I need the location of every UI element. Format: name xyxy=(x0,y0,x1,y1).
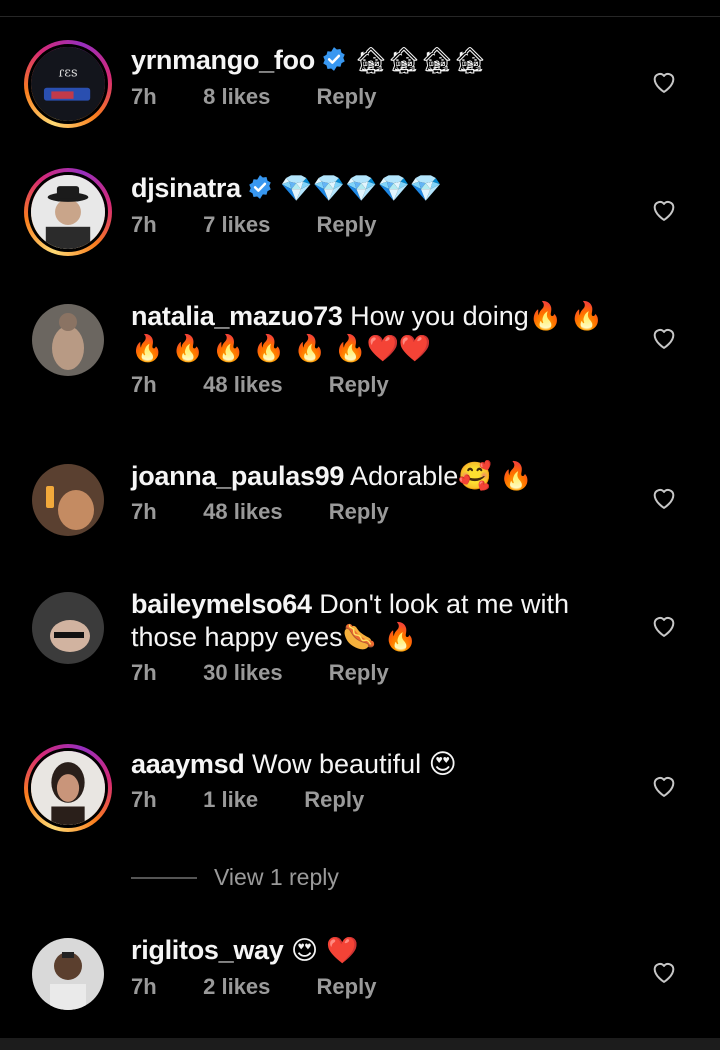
reply-button[interactable]: Reply xyxy=(329,660,389,686)
avatar-image xyxy=(32,592,104,664)
like-button[interactable] xyxy=(650,324,678,352)
comment-text: How you doing🔥 🔥 xyxy=(350,301,604,331)
comment-likes[interactable]: 48 likes xyxy=(203,372,283,398)
avatar[interactable]: ɾɛs xyxy=(24,40,112,128)
comment-likes[interactable]: 7 likes xyxy=(203,212,270,238)
verified-badge-icon xyxy=(323,47,345,71)
comment-likes[interactable]: 2 likes xyxy=(203,974,270,1000)
comment-time: 7h xyxy=(131,974,157,999)
heart-outline-icon xyxy=(653,963,675,983)
heart-outline-icon xyxy=(653,329,675,349)
avatar[interactable] xyxy=(24,296,112,384)
comment-username[interactable]: joanna_paulas99 xyxy=(131,461,344,491)
view-replies-label: View 1 reply xyxy=(214,864,339,890)
top-divider xyxy=(0,16,720,17)
comment-text-continued: those happy eyes🌭 🔥 xyxy=(131,622,418,652)
replies-divider xyxy=(131,877,197,879)
avatar-image xyxy=(31,175,105,249)
avatar[interactable] xyxy=(24,584,112,672)
avatar[interactable] xyxy=(24,456,112,544)
svg-text:ɾɛs: ɾɛs xyxy=(58,66,77,81)
comment-time: 7h xyxy=(131,372,157,397)
comment-text-continued: 🔥 🔥 🔥 🔥 🔥 🔥❤️❤️ xyxy=(131,334,432,364)
comment-username[interactable]: yrnmango_foo xyxy=(131,45,315,75)
comment-likes[interactable]: 30 likes xyxy=(203,660,283,686)
comment-text: 🏚🏚🏚🏚 xyxy=(354,46,487,76)
avatar-image xyxy=(32,304,104,376)
heart-outline-icon xyxy=(653,617,675,637)
comment-text: 😍 ❤️ xyxy=(290,936,359,966)
avatar[interactable] xyxy=(24,744,112,832)
comment-username[interactable]: baileymelso64 xyxy=(131,589,312,619)
heart-outline-icon xyxy=(653,201,675,221)
comment-time: 7h xyxy=(131,499,157,524)
avatar[interactable] xyxy=(24,930,112,1018)
verified-badge-icon xyxy=(249,175,271,199)
like-button[interactable] xyxy=(650,958,678,986)
comment-likes[interactable]: 8 likes xyxy=(203,84,270,110)
like-button[interactable] xyxy=(650,772,678,800)
reply-button[interactable]: Reply xyxy=(317,84,377,110)
comment-likes[interactable]: 48 likes xyxy=(203,499,283,525)
comment-username[interactable]: riglitos_way xyxy=(131,935,284,965)
comment-time: 7h xyxy=(131,212,157,237)
reply-button[interactable]: Reply xyxy=(317,212,377,238)
avatar-image xyxy=(32,464,104,536)
comment-time: 7h xyxy=(131,787,157,812)
like-button[interactable] xyxy=(650,196,678,224)
heart-outline-icon xyxy=(653,489,675,509)
avatar[interactable] xyxy=(24,168,112,256)
like-button[interactable] xyxy=(650,484,678,512)
comment-text: Wow beautiful 😍 xyxy=(252,749,457,779)
avatar-image: ɾɛs xyxy=(31,47,105,121)
comment-text: Adorable🥰 🔥 xyxy=(350,461,533,491)
comment-time: 7h xyxy=(131,660,157,685)
like-button[interactable] xyxy=(650,612,678,640)
like-button[interactable] xyxy=(650,68,678,96)
reply-button[interactable]: Reply xyxy=(329,372,389,398)
heart-outline-icon xyxy=(653,777,675,797)
comment-username[interactable]: djsinatra xyxy=(131,173,241,203)
reply-button[interactable]: Reply xyxy=(304,787,364,813)
comment-likes[interactable]: 1 like xyxy=(203,787,258,813)
reply-button[interactable]: Reply xyxy=(329,499,389,525)
view-replies-button[interactable]: View 1 reply xyxy=(131,862,531,896)
comment-username[interactable]: aaaymsd xyxy=(131,749,245,779)
avatar-image xyxy=(31,751,105,825)
comment-time: 7h xyxy=(131,84,157,109)
avatar-image xyxy=(32,938,104,1010)
bottom-bar xyxy=(0,1038,720,1050)
reply-button[interactable]: Reply xyxy=(317,974,377,1000)
comment-username[interactable]: natalia_mazuo73 xyxy=(131,301,343,331)
heart-outline-icon xyxy=(653,73,675,93)
comment-text: Don't look at me with xyxy=(319,589,569,619)
comment-text: 💎💎💎💎💎 xyxy=(280,174,443,204)
